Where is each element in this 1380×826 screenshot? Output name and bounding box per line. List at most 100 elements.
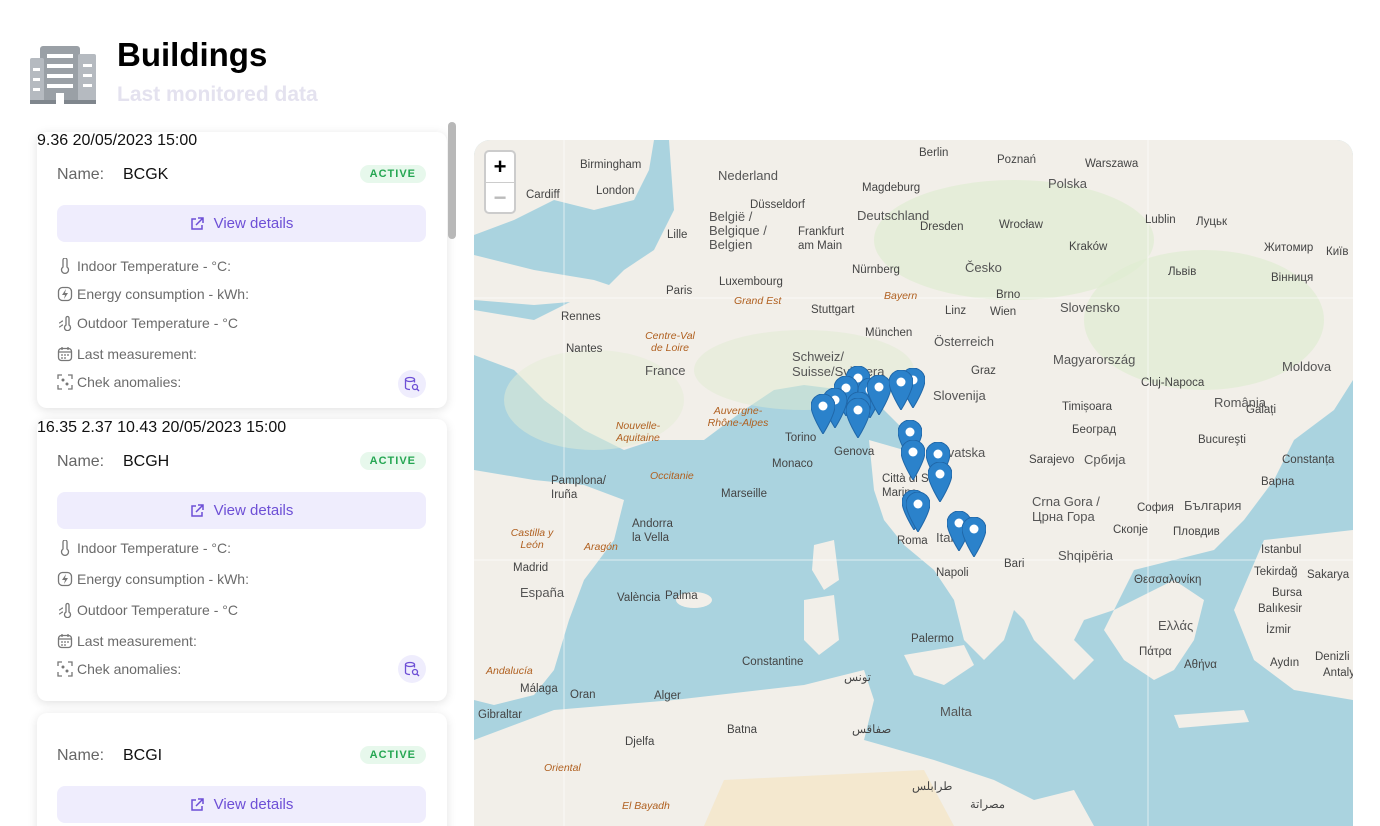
name-label: Name: (57, 166, 105, 183)
energy-value: 2.37 (81, 419, 113, 436)
indoor-temperature-label: Indoor Temperature - °C: (77, 540, 231, 556)
map-label: Вінниця (1271, 272, 1314, 284)
outdoor-thermometer-icon (58, 602, 72, 618)
building-marker[interactable] (901, 440, 925, 480)
map-label: Варна (1261, 476, 1295, 488)
buildings-map[interactable]: + − Birmingham London Cardiff Nederland … (474, 140, 1353, 826)
building-marker[interactable] (928, 462, 952, 502)
external-link-icon (190, 503, 204, 517)
map-label: Shqipëria (1058, 548, 1113, 563)
building-name: BCGK (123, 166, 169, 183)
map-label: Paris (666, 285, 693, 297)
map-label: Centre-Val de Loire (645, 330, 695, 354)
zoom-out-button[interactable]: − (486, 183, 514, 213)
map-label: Pamplona/ Iruña (551, 475, 606, 501)
page-title: Buildings (117, 36, 268, 73)
map-label: Marseille (721, 488, 768, 500)
view-details-button[interactable]: View details (57, 205, 426, 242)
map-label: Nantes (566, 343, 603, 355)
building-list[interactable]: Name: BCGK ACTIVE View details Indoor Te… (0, 122, 458, 826)
map-label: Berlin (919, 147, 949, 159)
status-badge: ACTIVE (359, 165, 426, 183)
map-label: München (865, 327, 913, 339)
map-label: Луцьк (1196, 216, 1228, 228)
last-measurement-label: Last measurement: (77, 633, 197, 649)
map-label: Wrocław (999, 219, 1043, 231)
energy-row: Energy consumption - kWh: (57, 571, 249, 587)
map-label: España (520, 585, 565, 600)
map-label: València (617, 592, 661, 604)
list-scrollbar[interactable] (448, 122, 456, 239)
thermometer-icon (60, 540, 70, 556)
map-label: Napoli (936, 567, 969, 579)
map-label: Palma (665, 590, 698, 602)
map-label: Galați (1246, 404, 1277, 416)
map-label: Madrid (513, 562, 549, 574)
map-label: Auvergne-Rhône-Alpes (707, 405, 769, 429)
map-label: Київ (1326, 246, 1349, 258)
map-label: طرابلس (912, 781, 953, 793)
name-label: Name: (57, 453, 105, 470)
map-label: Warszawa (1085, 158, 1139, 170)
map-label: Timișoara (1062, 401, 1113, 413)
map-label: Rennes (561, 311, 601, 323)
building-name: BCGI (123, 747, 163, 764)
calendar-icon (57, 347, 73, 362)
map-label: Aydın (1270, 657, 1300, 669)
map-label: Ελλάς (1158, 618, 1194, 633)
view-details-button[interactable]: View details (57, 492, 426, 529)
map-label: България (1184, 498, 1242, 513)
outdoor-temperature-label: Outdoor Temperature - °C (77, 315, 238, 331)
last-measurement-row: Last measurement: (57, 346, 197, 362)
check-anomalies-button[interactable] (398, 655, 426, 683)
anomalies-row: Chek anomalies: (57, 661, 181, 677)
map-label: İzmir (1266, 624, 1291, 636)
calendar-icon (57, 634, 73, 649)
map-label: Львів (1168, 266, 1197, 278)
building-marker[interactable] (811, 394, 835, 434)
last-measurement-value: 20/05/2023 15:00 (161, 419, 287, 436)
building-marker[interactable] (962, 517, 986, 557)
zoom-in-button[interactable]: + (486, 152, 514, 183)
map-label: Polska (1048, 176, 1088, 191)
indoor-temperature-row: Indoor Temperature - °C: (57, 258, 231, 274)
map-label: Djelfa (625, 736, 655, 748)
map-label: Antalya (1323, 667, 1353, 679)
map-label: Frankfurt am Main (798, 226, 845, 252)
energy-label: Energy consumption - kWh: (77, 286, 249, 302)
map-label: Stuttgart (811, 304, 855, 316)
map-label: Birmingham (580, 159, 642, 171)
building-icon (30, 46, 96, 104)
map-label: Magyarország (1053, 352, 1136, 367)
map-label: Andalucía (486, 665, 533, 677)
map-label: Batna (727, 724, 758, 736)
map-label: Tekirdağ (1254, 566, 1298, 578)
map-label: София (1137, 502, 1174, 514)
map-label: Deutschland (857, 208, 930, 223)
map-label: Monaco (772, 458, 813, 470)
map-label: Slovenija (933, 388, 986, 403)
map-label: Αθήνα (1184, 659, 1217, 671)
map-label: Castilla y León (510, 527, 554, 551)
building-marker[interactable] (906, 492, 930, 532)
map-label: Gibraltar (478, 709, 523, 721)
map-label: Kraków (1069, 241, 1108, 253)
indoor-temperature-row: Indoor Temperature - °C: (57, 540, 231, 556)
map-label: Palermo (911, 633, 954, 645)
map-label: Slovensko (1060, 300, 1120, 315)
check-anomalies-button[interactable] (398, 370, 426, 398)
map-label: Grand Est (734, 295, 782, 307)
map-label: Oriental (544, 762, 581, 774)
map-label: Bari (1004, 558, 1025, 570)
map-label: Genova (834, 446, 875, 458)
map-label: Πάτρα (1139, 646, 1172, 658)
building-marker[interactable] (846, 398, 870, 438)
map-label: Magdeburg (862, 182, 921, 194)
map-label: Скопје (1113, 524, 1149, 536)
map-label: Пловдив (1173, 526, 1220, 538)
view-details-button[interactable]: View details (57, 786, 426, 823)
map-label: Istanbul (1261, 544, 1302, 556)
map-label: Житомир (1264, 242, 1314, 254)
map-label: Luxembourg (719, 276, 783, 288)
building-marker[interactable] (889, 370, 913, 410)
